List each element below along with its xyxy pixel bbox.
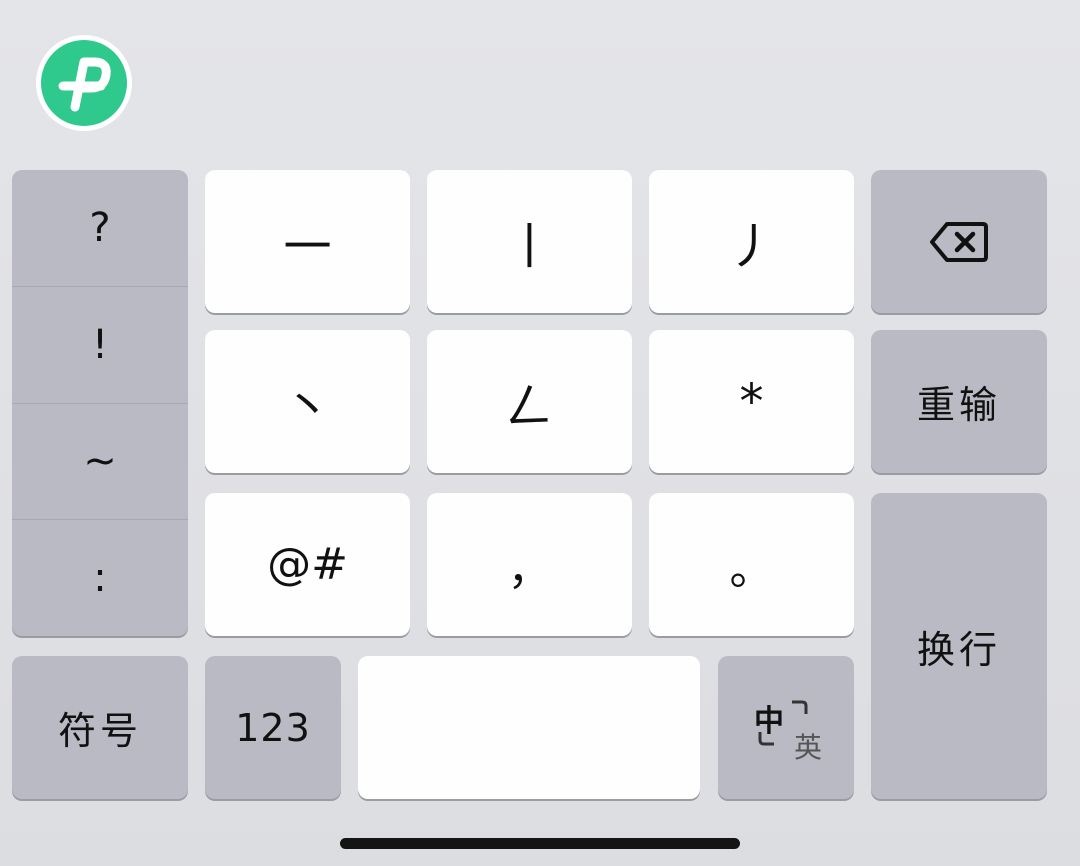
symbol-tilde-key[interactable]: ~ (12, 404, 188, 521)
stroke-key-horizontal[interactable]: 一 (205, 170, 410, 313)
stroke-key-wildcard[interactable]: * (649, 330, 854, 473)
symbol-exclamation-key[interactable]: ! (12, 287, 188, 404)
stroke-key-turning[interactable]: 𠃋 (427, 330, 632, 473)
symbol-shortcut-column: ? ! ~ : (12, 170, 188, 636)
language-toggle-icon: 中 英 (754, 696, 822, 764)
space-key[interactable] (358, 656, 700, 799)
enter-key[interactable]: 换行 (871, 493, 1047, 799)
symbol-colon-key[interactable]: : (12, 520, 188, 636)
stroke-key-left-falling[interactable]: 丿 (649, 170, 854, 313)
language-switch-key[interactable]: 中 英 (718, 656, 854, 799)
switch-arrows-icon (758, 700, 808, 745)
paperclip-p-logo-icon (41, 40, 127, 126)
symbol-question-key[interactable]: ? (12, 170, 188, 287)
reenter-key[interactable]: 重输 (871, 330, 1047, 473)
stroke-key-vertical[interactable]: 丨 (427, 170, 632, 313)
symbol-at-hash-key[interactable]: @# (205, 493, 410, 636)
app-logo-button[interactable] (36, 35, 132, 131)
period-key[interactable]: 。 (649, 493, 854, 636)
backspace-icon (930, 221, 988, 262)
home-indicator[interactable] (340, 838, 740, 849)
backspace-key[interactable] (871, 170, 1047, 313)
symbols-key[interactable]: 符号 (12, 656, 188, 799)
comma-key[interactable]: ， (427, 493, 632, 636)
stroke-key-dot[interactable]: 丶 (205, 330, 410, 473)
numbers-key[interactable]: 123 (205, 656, 341, 799)
